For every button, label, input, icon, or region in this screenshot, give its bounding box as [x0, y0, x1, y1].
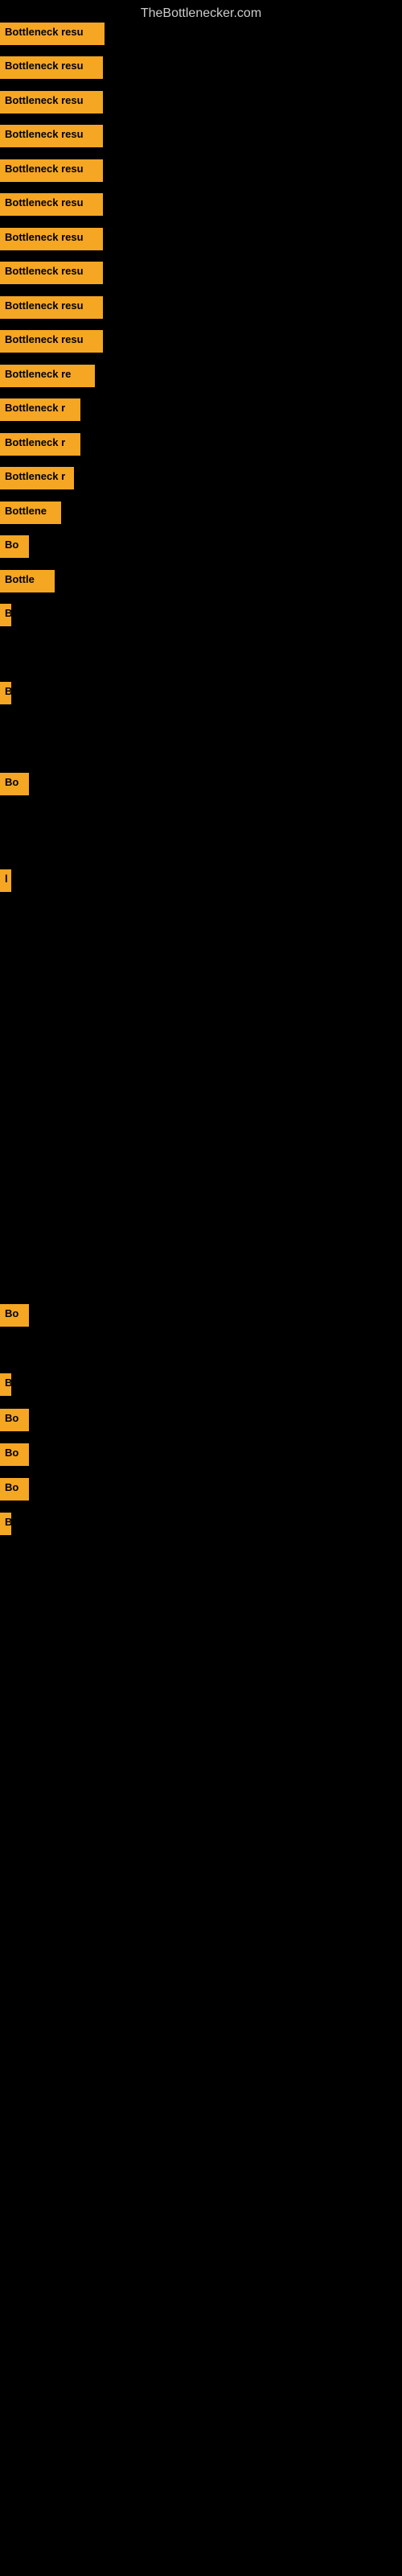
bottleneck-result-item[interactable]: Bottleneck resu — [0, 228, 103, 250]
bottleneck-result-item[interactable]: Bottleneck r — [0, 433, 80, 456]
bottleneck-result-item[interactable]: Bottleneck resu — [0, 91, 103, 114]
bottleneck-result-item[interactable]: Bottleneck resu — [0, 296, 103, 319]
bottleneck-result-item[interactable]: Bo — [0, 1443, 29, 1466]
bottleneck-result-item[interactable]: Bottleneck resu — [0, 23, 105, 45]
bottleneck-result-item[interactable]: Bottleneck re — [0, 365, 95, 387]
bottleneck-result-item[interactable]: B — [0, 1513, 11, 1535]
bottleneck-result-item[interactable]: Bottleneck resu — [0, 56, 103, 79]
bottleneck-result-item[interactable]: B — [0, 604, 11, 626]
bottleneck-result-item[interactable]: Bottleneck resu — [0, 193, 103, 216]
bottleneck-result-item[interactable]: Bottleneck r — [0, 398, 80, 421]
bottleneck-result-item[interactable]: Bottleneck resu — [0, 159, 103, 182]
bottleneck-result-item[interactable]: Bo — [0, 535, 29, 558]
bottleneck-result-item[interactable]: Bottlene — [0, 502, 61, 524]
bottleneck-result-item[interactable]: Bottleneck resu — [0, 330, 103, 353]
bottleneck-result-item[interactable]: Bottle — [0, 570, 55, 592]
bottleneck-result-item[interactable]: Bottleneck resu — [0, 262, 103, 284]
bottleneck-result-item[interactable]: Bo — [0, 1478, 29, 1501]
bottleneck-result-item[interactable]: Bo — [0, 1409, 29, 1431]
bottleneck-result-item[interactable]: B — [0, 1373, 11, 1396]
bottleneck-result-item[interactable]: B — [0, 682, 11, 704]
bottleneck-result-item[interactable]: l — [0, 869, 11, 892]
bottleneck-result-item[interactable]: Bo — [0, 1304, 29, 1327]
bottleneck-result-item[interactable]: Bottleneck resu — [0, 125, 103, 147]
bottleneck-result-item[interactable]: Bottleneck r — [0, 467, 74, 489]
bottleneck-result-item[interactable]: Bo — [0, 773, 29, 795]
